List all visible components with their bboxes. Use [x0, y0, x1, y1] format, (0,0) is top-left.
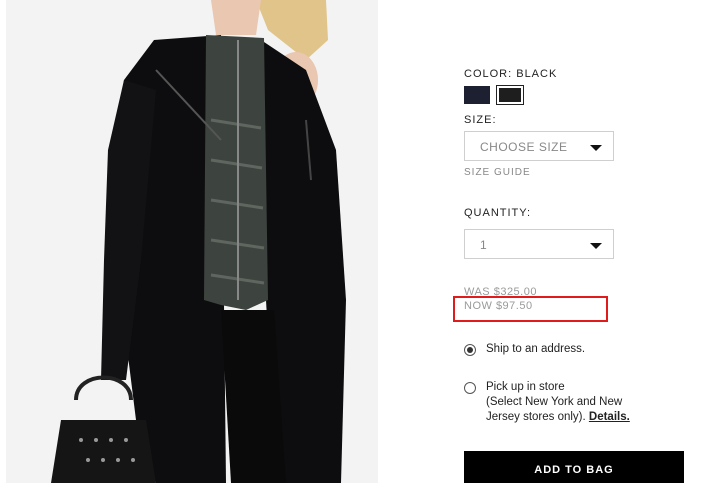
pickup-line3: Jersey stores only). Details. [486, 410, 630, 425]
color-label: COLOR: BLACK [464, 68, 558, 80]
size-label: SIZE: [464, 114, 497, 126]
quantity-label: QUANTITY: [464, 207, 532, 219]
product-photo-illustration [6, 0, 378, 483]
pickup-line1: Pick up in store [486, 381, 565, 393]
size-guide-link[interactable]: SIZE GUIDE [464, 167, 531, 178]
product-image [6, 0, 378, 483]
color-swatch-navy[interactable] [464, 86, 490, 104]
quantity-select-value: 1 [480, 238, 488, 252]
color-swatch-black-fill [499, 88, 521, 102]
pickup-radio[interactable] [464, 382, 476, 394]
add-to-bag-button[interactable]: ADD TO BAG [464, 451, 684, 483]
ship-label: Ship to an address. [486, 343, 586, 355]
chevron-down-icon [590, 243, 602, 249]
pickup-line2: (Select New York and New [486, 396, 623, 408]
size-select[interactable]: CHOOSE SIZE [464, 131, 614, 161]
ship-radio[interactable] [464, 344, 476, 356]
color-swatch-black[interactable] [496, 85, 524, 105]
chevron-down-icon [590, 145, 602, 151]
pickup-line3-text: Jersey stores only). [486, 411, 586, 423]
price-highlight-box [453, 296, 608, 322]
radio-selected-dot [467, 347, 473, 353]
pickup-label: Pick up in store (Select New York and Ne… [486, 380, 630, 425]
size-select-value: CHOOSE SIZE [480, 140, 568, 154]
details-link[interactable]: Details. [589, 411, 630, 423]
quantity-select[interactable]: 1 [464, 229, 614, 259]
